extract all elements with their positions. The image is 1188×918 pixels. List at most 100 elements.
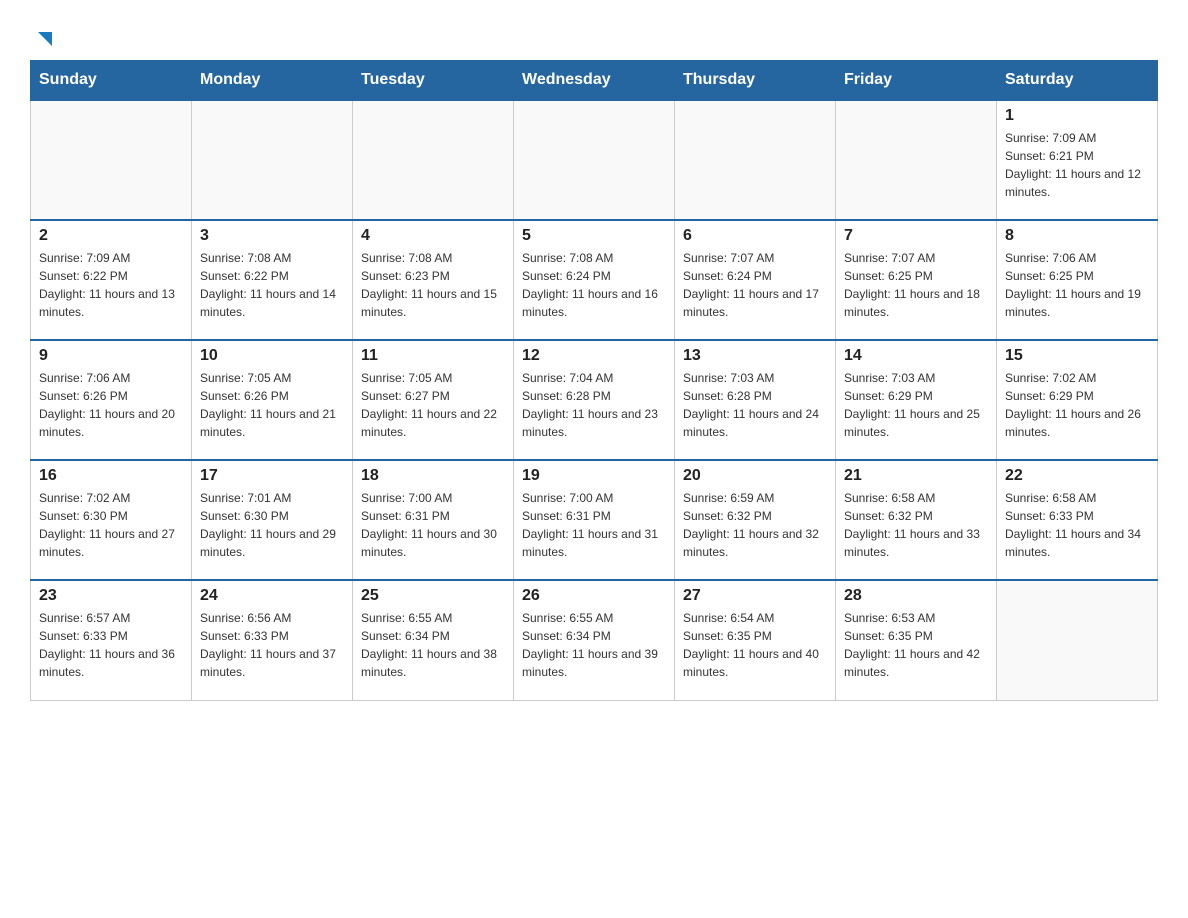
calendar-cell: 10 Sunrise: 7:05 AM Sunset: 6:26 PM Dayli… [192,340,353,460]
day-number: 12 [522,347,666,365]
day-info: Sunrise: 6:53 AM Sunset: 6:35 PM Dayligh… [844,609,988,681]
day-info: Sunrise: 7:09 AM Sunset: 6:22 PM Dayligh… [39,249,183,321]
calendar-cell: 9 Sunrise: 7:06 AM Sunset: 6:26 PM Daylig… [31,340,192,460]
calendar-cell [836,100,997,220]
calendar-cell: 21 Sunrise: 6:58 AM Sunset: 6:32 PM Dayli… [836,460,997,580]
calendar-cell: 23Sunrise: 6:57 AM Sunset: 6:33 PM Dayli… [31,580,192,700]
day-info: Sunrise: 7:07 AM Sunset: 6:24 PM Dayligh… [683,249,827,321]
day-number: 1 [1005,107,1149,125]
calendar-cell [675,100,836,220]
day-number: 26 [522,587,666,605]
day-number: 16 [39,467,183,485]
day-number: 13 [683,347,827,365]
day-number: 23 [39,587,183,605]
day-number: 8 [1005,227,1149,245]
day-info: Sunrise: 6:59 AM Sunset: 6:32 PM Dayligh… [683,489,827,561]
calendar-cell: 6 Sunrise: 7:07 AM Sunset: 6:24 PM Daylig… [675,220,836,340]
calendar-cell: 22 Sunrise: 6:58 AM Sunset: 6:33 PM Dayli… [997,460,1158,580]
day-number: 9 [39,347,183,365]
calendar-cell: 18 Sunrise: 7:00 AM Sunset: 6:31 PM Dayli… [353,460,514,580]
day-info: Sunrise: 7:06 AM Sunset: 6:25 PM Dayligh… [1005,249,1149,321]
day-number: 17 [200,467,344,485]
calendar-cell: 20 Sunrise: 6:59 AM Sunset: 6:32 PM Dayli… [675,460,836,580]
day-number: 19 [522,467,666,485]
day-info: Sunrise: 7:08 AM Sunset: 6:24 PM Dayligh… [522,249,666,321]
weekday-header-saturday: Saturday [997,61,1158,101]
calendar-week-row: 16 Sunrise: 7:02 AM Sunset: 6:30 PM Dayli… [31,460,1158,580]
calendar-cell: 3 Sunrise: 7:08 AM Sunset: 6:22 PM Daylig… [192,220,353,340]
day-number: 3 [200,227,344,245]
day-info: Sunrise: 6:55 AM Sunset: 6:34 PM Dayligh… [522,609,666,681]
weekday-header-monday: Monday [192,61,353,101]
weekday-header-thursday: Thursday [675,61,836,101]
calendar-cell: 13 Sunrise: 7:03 AM Sunset: 6:28 PM Dayli… [675,340,836,460]
calendar-cell: 8 Sunrise: 7:06 AM Sunset: 6:25 PM Daylig… [997,220,1158,340]
day-number: 7 [844,227,988,245]
day-number: 25 [361,587,505,605]
calendar-cell: 1Sunrise: 7:09 AM Sunset: 6:21 PM Daylig… [997,100,1158,220]
calendar-cell [997,580,1158,700]
calendar-cell: 19Sunrise: 7:00 AM Sunset: 6:31 PM Dayli… [514,460,675,580]
day-number: 6 [683,227,827,245]
calendar-cell: 26 Sunrise: 6:55 AM Sunset: 6:34 PM Dayli… [514,580,675,700]
calendar-cell: 4 Sunrise: 7:08 AM Sunset: 6:23 PM Daylig… [353,220,514,340]
calendar-cell: 15 Sunrise: 7:02 AM Sunset: 6:29 PM Dayli… [997,340,1158,460]
day-info: Sunrise: 7:03 AM Sunset: 6:28 PM Dayligh… [683,369,827,441]
day-number: 11 [361,347,505,365]
day-number: 5 [522,227,666,245]
weekday-header-tuesday: Tuesday [353,61,514,101]
calendar-cell: 7 Sunrise: 7:07 AM Sunset: 6:25 PM Daylig… [836,220,997,340]
day-number: 10 [200,347,344,365]
day-number: 21 [844,467,988,485]
calendar-cell: 28 Sunrise: 6:53 AM Sunset: 6:35 PM Dayli… [836,580,997,700]
day-info: Sunrise: 6:58 AM Sunset: 6:33 PM Dayligh… [1005,489,1149,561]
calendar-week-row: 1Sunrise: 7:09 AM Sunset: 6:21 PM Daylig… [31,100,1158,220]
day-info: Sunrise: 7:05 AM Sunset: 6:27 PM Dayligh… [361,369,505,441]
day-number: 24 [200,587,344,605]
calendar-cell [192,100,353,220]
day-number: 18 [361,467,505,485]
day-number: 20 [683,467,827,485]
day-info: Sunrise: 7:07 AM Sunset: 6:25 PM Dayligh… [844,249,988,321]
day-number: 22 [1005,467,1149,485]
day-number: 2 [39,227,183,245]
calendar-cell: 25 Sunrise: 6:55 AM Sunset: 6:34 PM Dayli… [353,580,514,700]
day-info: Sunrise: 7:05 AM Sunset: 6:26 PM Dayligh… [200,369,344,441]
day-info: Sunrise: 6:56 AM Sunset: 6:33 PM Dayligh… [200,609,344,681]
calendar-cell [31,100,192,220]
weekday-header-sunday: Sunday [31,61,192,101]
day-info: Sunrise: 7:06 AM Sunset: 6:26 PM Dayligh… [39,369,183,441]
day-info: Sunrise: 7:00 AM Sunset: 6:31 PM Dayligh… [361,489,505,561]
weekday-header-friday: Friday [836,61,997,101]
day-info: Sunrise: 6:58 AM Sunset: 6:32 PM Dayligh… [844,489,988,561]
day-info: Sunrise: 7:02 AM Sunset: 6:29 PM Dayligh… [1005,369,1149,441]
day-info: Sunrise: 7:01 AM Sunset: 6:30 PM Dayligh… [200,489,344,561]
calendar-week-row: 23Sunrise: 6:57 AM Sunset: 6:33 PM Dayli… [31,580,1158,700]
calendar-cell [353,100,514,220]
logo [30,20,54,50]
day-number: 4 [361,227,505,245]
day-number: 14 [844,347,988,365]
day-info: Sunrise: 7:04 AM Sunset: 6:28 PM Dayligh… [522,369,666,441]
logo-arrow-icon [32,28,54,50]
day-number: 15 [1005,347,1149,365]
calendar-week-row: 9 Sunrise: 7:06 AM Sunset: 6:26 PM Daylig… [31,340,1158,460]
calendar-cell: 5 Sunrise: 7:08 AM Sunset: 6:24 PM Daylig… [514,220,675,340]
day-number: 27 [683,587,827,605]
day-info: Sunrise: 6:55 AM Sunset: 6:34 PM Dayligh… [361,609,505,681]
calendar-cell: 11 Sunrise: 7:05 AM Sunset: 6:27 PM Dayli… [353,340,514,460]
day-info: Sunrise: 7:03 AM Sunset: 6:29 PM Dayligh… [844,369,988,441]
weekday-header-wednesday: Wednesday [514,61,675,101]
calendar-cell: 12 Sunrise: 7:04 AM Sunset: 6:28 PM Dayli… [514,340,675,460]
calendar-cell: 16 Sunrise: 7:02 AM Sunset: 6:30 PM Dayli… [31,460,192,580]
page-header [30,20,1158,50]
day-info: Sunrise: 6:54 AM Sunset: 6:35 PM Dayligh… [683,609,827,681]
day-info: Sunrise: 7:02 AM Sunset: 6:30 PM Dayligh… [39,489,183,561]
day-info: Sunrise: 7:08 AM Sunset: 6:23 PM Dayligh… [361,249,505,321]
weekday-header-row: SundayMondayTuesdayWednesdayThursdayFrid… [31,61,1158,101]
calendar-cell [514,100,675,220]
day-number: 28 [844,587,988,605]
calendar-cell: 24 Sunrise: 6:56 AM Sunset: 6:33 PM Dayli… [192,580,353,700]
day-info: Sunrise: 7:08 AM Sunset: 6:22 PM Dayligh… [200,249,344,321]
calendar-cell: 27 Sunrise: 6:54 AM Sunset: 6:35 PM Dayli… [675,580,836,700]
